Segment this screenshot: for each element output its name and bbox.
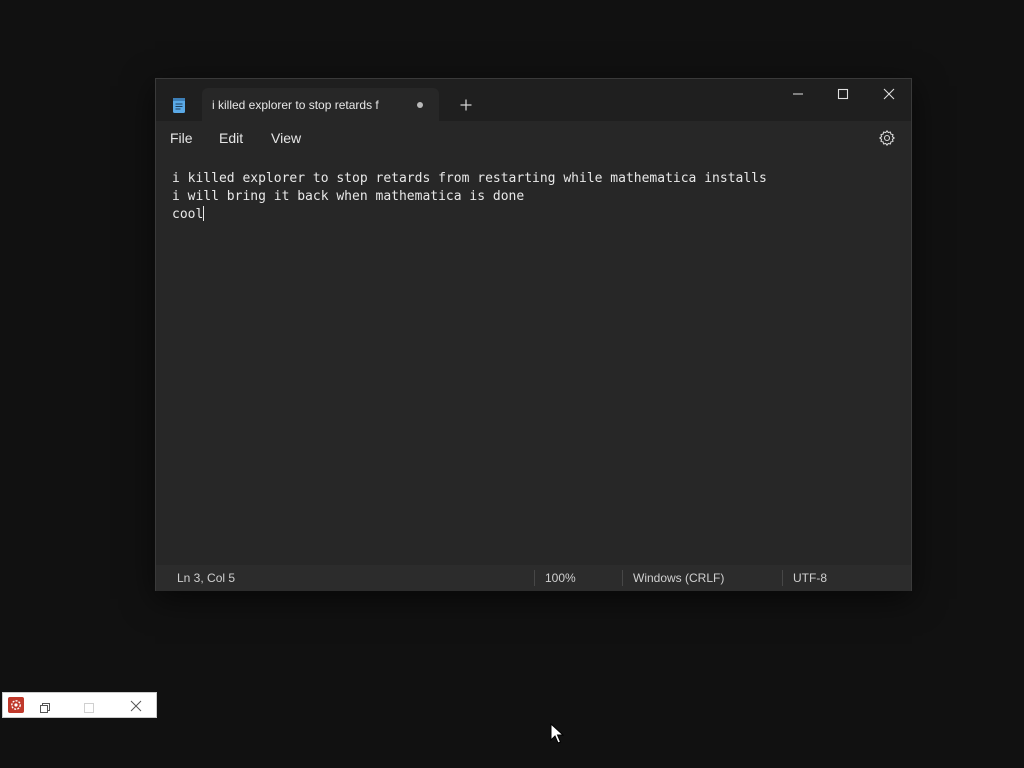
- app-settings-icon: [8, 697, 24, 713]
- mouse-pointer-icon: [550, 722, 565, 745]
- gear-icon: [879, 130, 895, 146]
- maximize-icon: [84, 703, 94, 713]
- mini-close-button[interactable]: [129, 698, 143, 712]
- unsaved-indicator-icon[interactable]: [417, 102, 423, 108]
- status-divider: [622, 570, 623, 586]
- plus-icon: [460, 99, 472, 111]
- desktop: i killed explorer to stop retards f File…: [0, 0, 1024, 768]
- editor-line: cool: [172, 207, 204, 222]
- menu-file[interactable]: File: [170, 130, 193, 146]
- text-caret: [203, 206, 205, 221]
- status-cursor-position: Ln 3, Col 5: [177, 571, 236, 585]
- restore-icon: [40, 703, 50, 713]
- document-tab[interactable]: i killed explorer to stop retards f: [202, 88, 439, 121]
- menu-edit[interactable]: Edit: [219, 130, 243, 146]
- maximize-icon: [837, 88, 849, 100]
- mini-maximize-button[interactable]: [83, 699, 95, 713]
- status-divider: [782, 570, 783, 586]
- title-bar[interactable]: i killed explorer to stop retards f: [156, 79, 911, 121]
- status-zoom[interactable]: 100%: [545, 571, 576, 585]
- editor-line: i will bring it back when mathematica is…: [172, 189, 525, 204]
- text-editor[interactable]: i killed explorer to stop retards from r…: [156, 155, 911, 565]
- minimized-window[interactable]: [2, 692, 157, 718]
- close-icon: [130, 700, 142, 712]
- editor-content[interactable]: i killed explorer to stop retards from r…: [172, 170, 767, 224]
- editor-line-last: cool: [172, 206, 767, 224]
- minimize-button[interactable]: [775, 79, 821, 109]
- status-divider: [534, 570, 535, 586]
- close-icon: [883, 88, 895, 100]
- menu-view[interactable]: View: [271, 130, 301, 146]
- notepad-icon: [170, 96, 188, 114]
- maximize-button[interactable]: [820, 79, 866, 109]
- notepad-window: i killed explorer to stop retards f File…: [155, 78, 912, 591]
- close-button[interactable]: [866, 79, 912, 109]
- tab-title: i killed explorer to stop retards f: [212, 98, 379, 112]
- status-encoding[interactable]: UTF-8: [793, 571, 827, 585]
- minimize-icon: [793, 93, 803, 95]
- new-tab-button[interactable]: [456, 95, 476, 115]
- editor-line: i killed explorer to stop retards from r…: [172, 171, 767, 186]
- restore-button[interactable]: [39, 699, 51, 713]
- menu-bar: File Edit View: [156, 121, 911, 155]
- status-bar: Ln 3, Col 5 100% Windows (CRLF) UTF-8: [156, 565, 911, 591]
- settings-button[interactable]: [878, 129, 896, 147]
- status-line-ending[interactable]: Windows (CRLF): [633, 571, 724, 585]
